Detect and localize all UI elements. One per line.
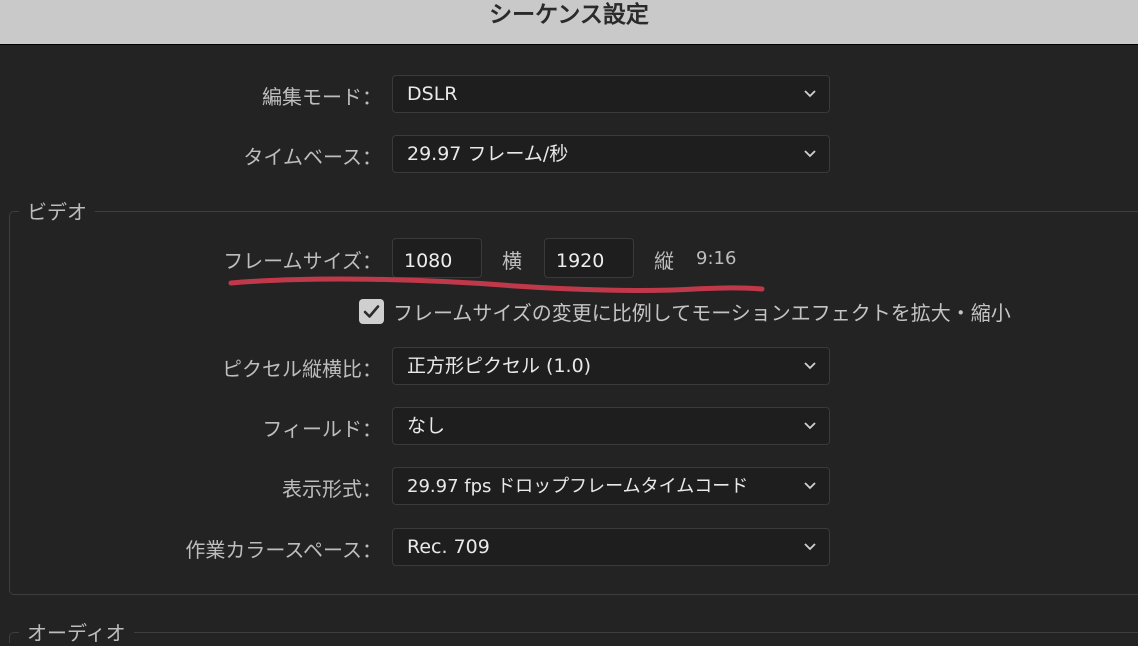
fields-select[interactable]: なし [392,407,830,445]
working-color-space-value: Rec. 709 [407,536,490,558]
pixel-aspect-value: 正方形ピクセル (1.0) [407,355,592,377]
working-color-space-label: 作業カラースペース： [185,538,382,562]
fields-label: フィールド： [262,417,382,441]
frame-width-value: 1080 [404,250,453,272]
display-format-label: 表示形式： [282,477,382,501]
display-format-select[interactable]: 29.97 fps ドロップフレームタイムコード [392,467,830,505]
chevron-down-icon [804,482,816,490]
video-section-title: ビデオ [19,196,95,225]
timebase-value: 29.97 フレーム/秒 [407,143,569,165]
frame-height-value: 1920 [556,250,605,272]
annotation-underline [228,276,765,293]
fields-value: なし [407,415,446,437]
display-format-value: 29.97 fps ドロップフレームタイムコード [407,476,749,497]
edit-mode-value: DSLR [407,83,458,105]
chevron-down-icon [804,90,816,98]
timebase-select[interactable]: 29.97 フレーム/秒 [392,135,830,173]
pixel-aspect-select[interactable]: 正方形ピクセル (1.0) [392,347,830,385]
chevron-down-icon [804,422,816,430]
scale-motion-label: フレームサイズの変更に比例してモーションエフェクトを拡大・縮小 [393,301,1011,325]
scale-motion-checkbox[interactable] [359,299,384,324]
audio-section [9,632,1138,643]
checkmark-icon [363,305,380,318]
audio-section-title: オーディオ [19,617,134,646]
window-title: シーケンス設定 [489,2,649,28]
edit-mode-select[interactable]: DSLR [392,75,830,113]
working-color-space-select[interactable]: Rec. 709 [392,528,830,566]
edit-mode-label: 編集モード： [262,85,382,109]
chevron-down-icon [804,543,816,551]
chevron-down-icon [804,150,816,158]
aspect-ratio-text: 9:16 [696,248,737,269]
pixel-aspect-label: ピクセル縦横比： [222,357,382,381]
timebase-label: タイムベース： [243,145,382,169]
title-bar: シーケンス設定 [0,0,1138,45]
chevron-down-icon [804,362,816,370]
